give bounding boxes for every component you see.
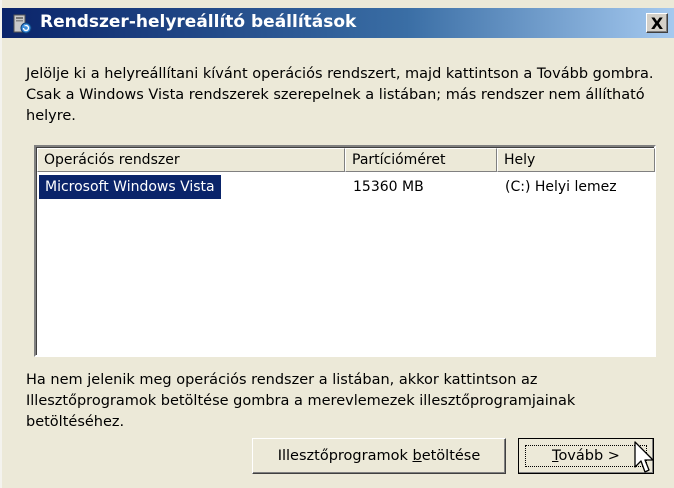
title-bar[interactable]: Rendszer-helyreállító beállítások X bbox=[2, 8, 674, 38]
footer-text: Ha nem jelenik meg operációs rendszer a … bbox=[26, 372, 576, 430]
load-drivers-button[interactable]: Illesztőprogramok betöltése bbox=[252, 438, 506, 474]
focus-rectangle bbox=[525, 445, 647, 467]
mouse-pointer-icon bbox=[634, 441, 654, 473]
os-name-cell[interactable]: Microsoft Windows Vista bbox=[39, 175, 221, 199]
system-recovery-dialog: Rendszer-helyreállító beállítások X Jelö… bbox=[0, 0, 674, 488]
column-header-size[interactable]: Partícióméret bbox=[345, 148, 497, 172]
table-row[interactable]: Microsoft Windows Vista 15360 MB (C:) He… bbox=[37, 175, 655, 199]
close-icon: X bbox=[650, 14, 664, 33]
close-button[interactable]: X bbox=[646, 13, 668, 33]
os-list[interactable]: Operációs rendszer Partícióméret Hely Mi… bbox=[34, 145, 656, 357]
partition-size-cell: 15360 MB bbox=[353, 179, 424, 195]
window-title: Rendszer-helyreállító beállítások bbox=[40, 12, 357, 32]
load-drivers-label: Illesztőprogramok betöltése bbox=[277, 448, 481, 464]
location-cell: (C:) Helyi lemez bbox=[505, 179, 617, 195]
column-header-os[interactable]: Operációs rendszer bbox=[37, 148, 345, 172]
intro-text: Jelölje ki a helyreállítani kívánt operá… bbox=[26, 66, 654, 124]
list-header: Operációs rendszer Partícióméret Hely bbox=[37, 148, 655, 172]
column-header-location[interactable]: Hely bbox=[497, 148, 655, 172]
system-recovery-icon bbox=[13, 14, 32, 34]
